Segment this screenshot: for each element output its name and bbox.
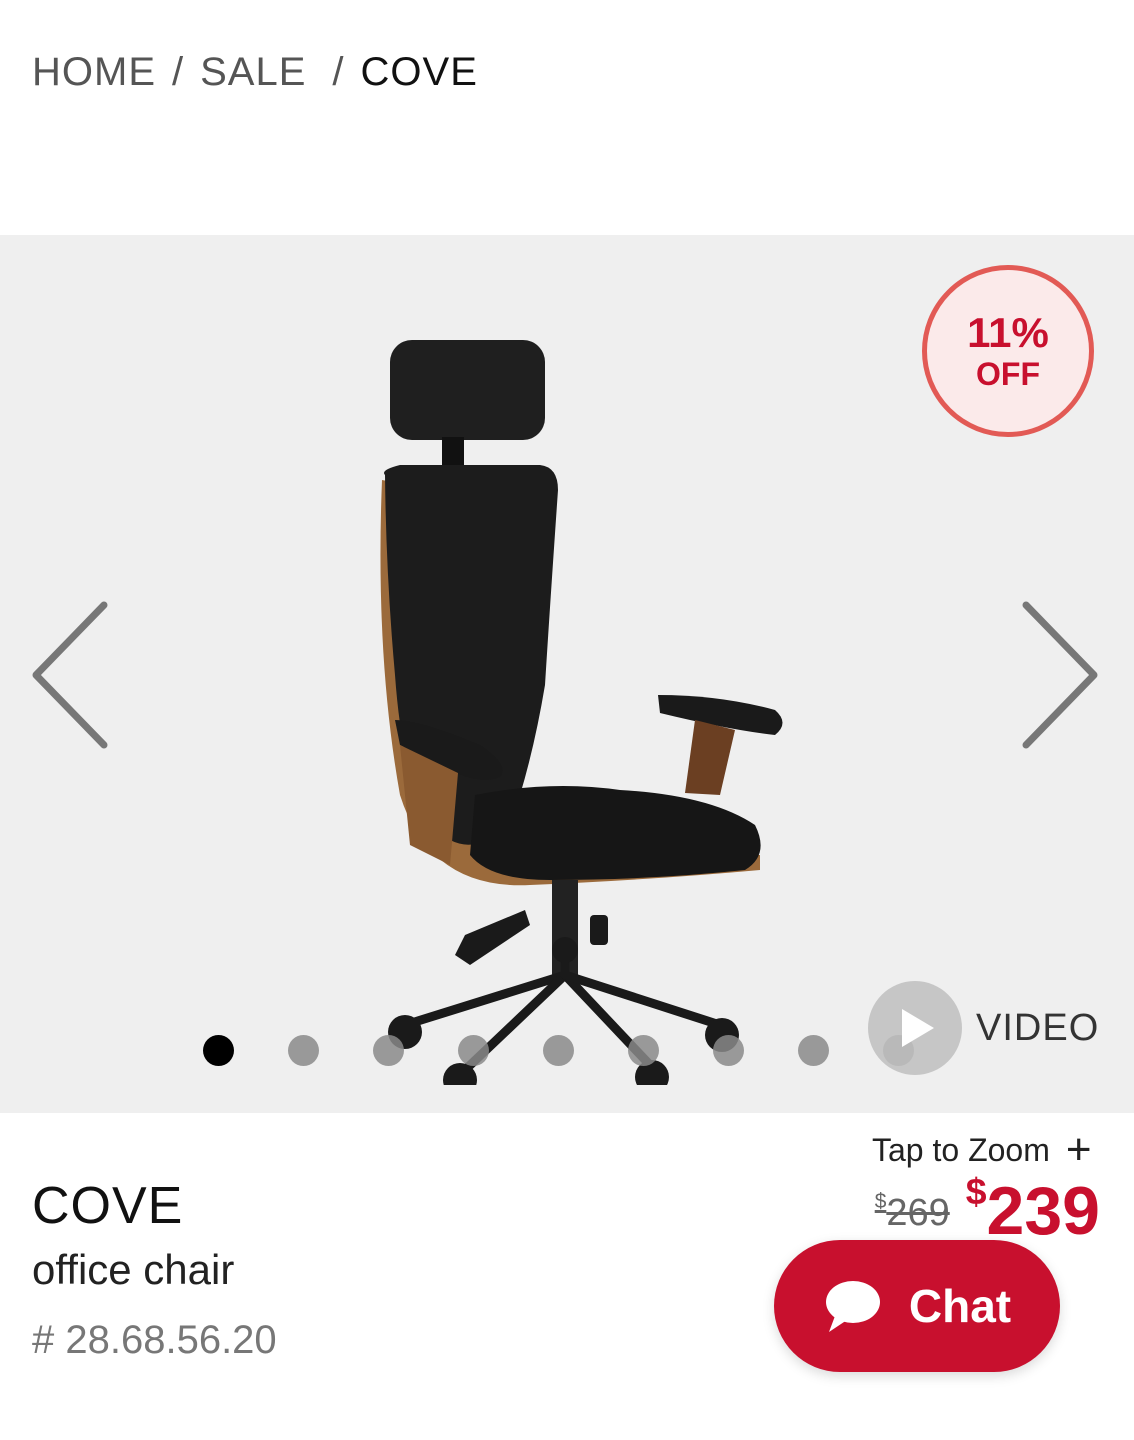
carousel-dot[interactable] bbox=[628, 1035, 659, 1066]
breadcrumb-sale[interactable]: SALE bbox=[200, 50, 306, 95]
original-price-value: 269 bbox=[886, 1192, 950, 1234]
discount-percent: 11% bbox=[967, 309, 1049, 356]
currency-symbol: $ bbox=[874, 1190, 887, 1213]
original-price: $269 bbox=[874, 1190, 950, 1235]
breadcrumb-home[interactable]: HOME bbox=[32, 50, 156, 95]
zoom-label[interactable]: Tap to Zoom bbox=[872, 1132, 1050, 1169]
carousel-dot[interactable] bbox=[288, 1035, 319, 1066]
breadcrumb-separator: / bbox=[332, 50, 345, 94]
product-name: COVE bbox=[32, 1177, 184, 1235]
chat-button[interactable]: Chat bbox=[774, 1240, 1060, 1372]
product-sku: # 28.68.56.20 bbox=[32, 1318, 277, 1362]
carousel-dot[interactable] bbox=[713, 1035, 744, 1066]
breadcrumb: HOME / SALE / COVE bbox=[32, 50, 478, 95]
chat-bubble-icon bbox=[825, 1281, 880, 1332]
carousel-dot[interactable] bbox=[458, 1035, 489, 1066]
product-type: office chair bbox=[32, 1246, 235, 1293]
carousel-dot[interactable] bbox=[798, 1035, 829, 1066]
play-triangle-icon bbox=[902, 1009, 934, 1047]
chevron-left-icon[interactable] bbox=[24, 595, 114, 755]
carousel-dot[interactable] bbox=[373, 1035, 404, 1066]
currency-symbol: $ bbox=[965, 1170, 987, 1212]
video-button[interactable]: VIDEO bbox=[868, 981, 1099, 1075]
play-icon[interactable] bbox=[868, 981, 962, 1075]
product-image[interactable] bbox=[290, 325, 830, 1085]
price: $269 $239 bbox=[874, 1170, 1100, 1250]
sale-price-value: 239 bbox=[986, 1173, 1100, 1249]
breadcrumb-separator: / bbox=[172, 50, 185, 94]
breadcrumb-current: COVE bbox=[360, 50, 478, 94]
chat-label[interactable]: Chat bbox=[909, 1279, 1011, 1333]
sale-price: $239 bbox=[965, 1170, 1100, 1250]
carousel-dot[interactable] bbox=[203, 1035, 234, 1066]
plus-icon[interactable]: + bbox=[1066, 1128, 1092, 1172]
product-gallery[interactable]: 11% OFF VIDEO bbox=[0, 235, 1134, 1113]
carousel-dot[interactable] bbox=[543, 1035, 574, 1066]
carousel-dots bbox=[203, 1035, 914, 1066]
discount-badge: 11% OFF bbox=[922, 265, 1094, 437]
chevron-right-icon[interactable] bbox=[1016, 595, 1106, 755]
video-label[interactable]: VIDEO bbox=[976, 1007, 1099, 1050]
discount-label: OFF bbox=[976, 356, 1040, 392]
tap-to-zoom[interactable]: Tap to Zoom + bbox=[872, 1128, 1092, 1172]
